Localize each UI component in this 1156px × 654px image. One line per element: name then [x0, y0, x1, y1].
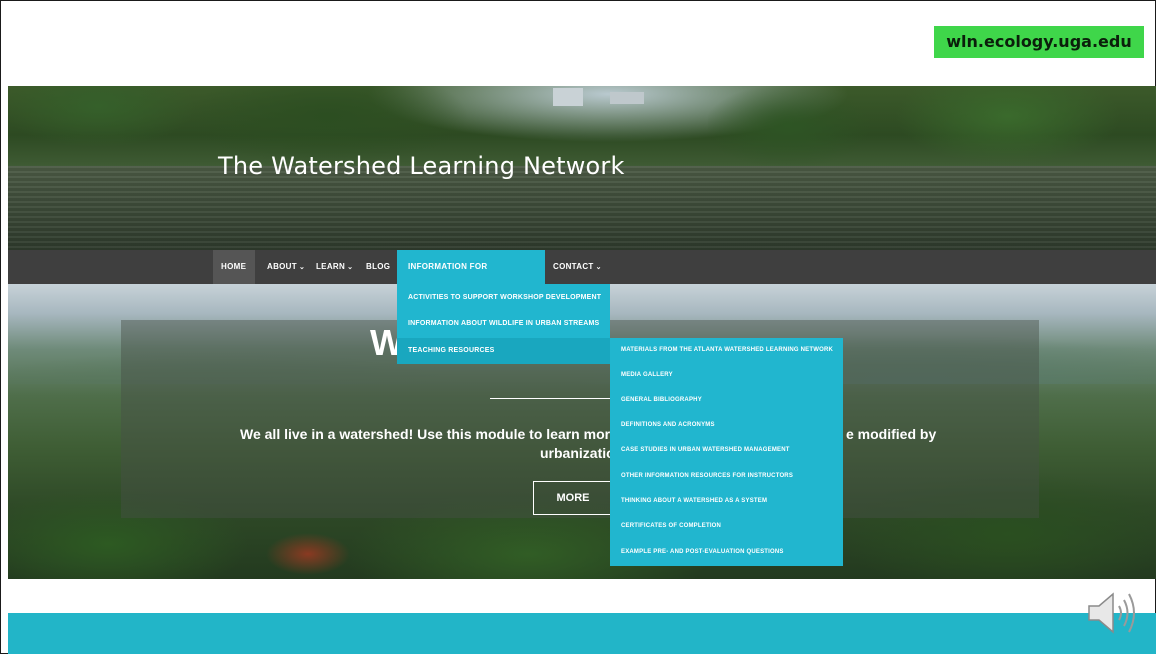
more-button[interactable]: MORE: [533, 481, 613, 515]
slide-divider: [490, 398, 620, 399]
menu-item-wildlife[interactable]: INFORMATION ABOUT WILDLIFE IN URBAN STRE…: [397, 311, 610, 337]
submenu-item-definitions[interactable]: DEFINITIONS AND ACRONYMS: [610, 413, 843, 438]
submenu-item-media-gallery[interactable]: MEDIA GALLERY: [610, 363, 843, 388]
nav-about-label: ABOUT: [267, 262, 297, 271]
nav-blog-label: BLOG: [366, 262, 391, 271]
nav-home-label: HOME: [221, 262, 247, 271]
submenu-item-other-resources[interactable]: OTHER INFORMATION RESOURCES FOR INSTRUCT…: [610, 464, 843, 489]
hero-trees-right: [708, 86, 1156, 176]
slide-description: We all live in a watershed! Use this mod…: [240, 426, 654, 442]
url-badge: wln.ecology.uga.edu: [934, 26, 1144, 58]
nav-home[interactable]: HOME: [213, 250, 255, 284]
submenu-item-bibliography[interactable]: GENERAL BIBLIOGRAPHY: [610, 388, 843, 413]
submenu-item-evaluation-questions[interactable]: EXAMPLE PRE- AND POST-EVALUATION QUESTIO…: [610, 540, 843, 565]
nav-about[interactable]: ABOUT ⌄: [259, 250, 309, 284]
nav-contact[interactable]: CONTACT ⌄: [545, 250, 609, 284]
submenu-item-atlanta-materials[interactable]: MATERIALS FROM THE ATLANTA WATERSHED LEA…: [610, 338, 843, 363]
chevron-down-icon: ⌄: [595, 264, 602, 271]
nav-information-for-instructors[interactable]: INFORMATION FOR INSTRUCTORS: [397, 250, 545, 305]
menu-item-teaching-resources[interactable]: TEACHING RESOURCES: [397, 338, 610, 364]
nav-learn[interactable]: LEARN ⌄: [308, 250, 358, 284]
nav-learn-label: LEARN: [316, 262, 346, 271]
submenu-item-case-studies[interactable]: CASE STUDIES IN URBAN WATERSHED MANAGEME…: [610, 438, 843, 463]
speaker-icon[interactable]: [1085, 588, 1145, 638]
slide-description-continued: e modified by: [846, 426, 937, 442]
hero-building: [553, 88, 583, 106]
hero-building: [610, 92, 644, 104]
nav-blog[interactable]: BLOG: [358, 250, 396, 284]
slide-description-line2: urbanizatio: [540, 445, 615, 461]
chevron-down-icon: ⌄: [298, 264, 306, 271]
nav-contact-label: CONTACT: [553, 262, 594, 271]
submenu-item-watershed-system[interactable]: THINKING ABOUT A WATERSHED AS A SYSTEM: [610, 489, 843, 514]
chevron-down-icon: ⌄: [347, 264, 354, 271]
site-title[interactable]: The Watershed Learning Network: [218, 152, 625, 180]
menu-item-activities[interactable]: ACTIVITIES TO SUPPORT WORKSHOP DEVELOPME…: [397, 285, 610, 311]
submenu-item-certificates[interactable]: CERTIFICATES OF COMPLETION: [610, 514, 843, 539]
footer-band: [8, 613, 1156, 654]
